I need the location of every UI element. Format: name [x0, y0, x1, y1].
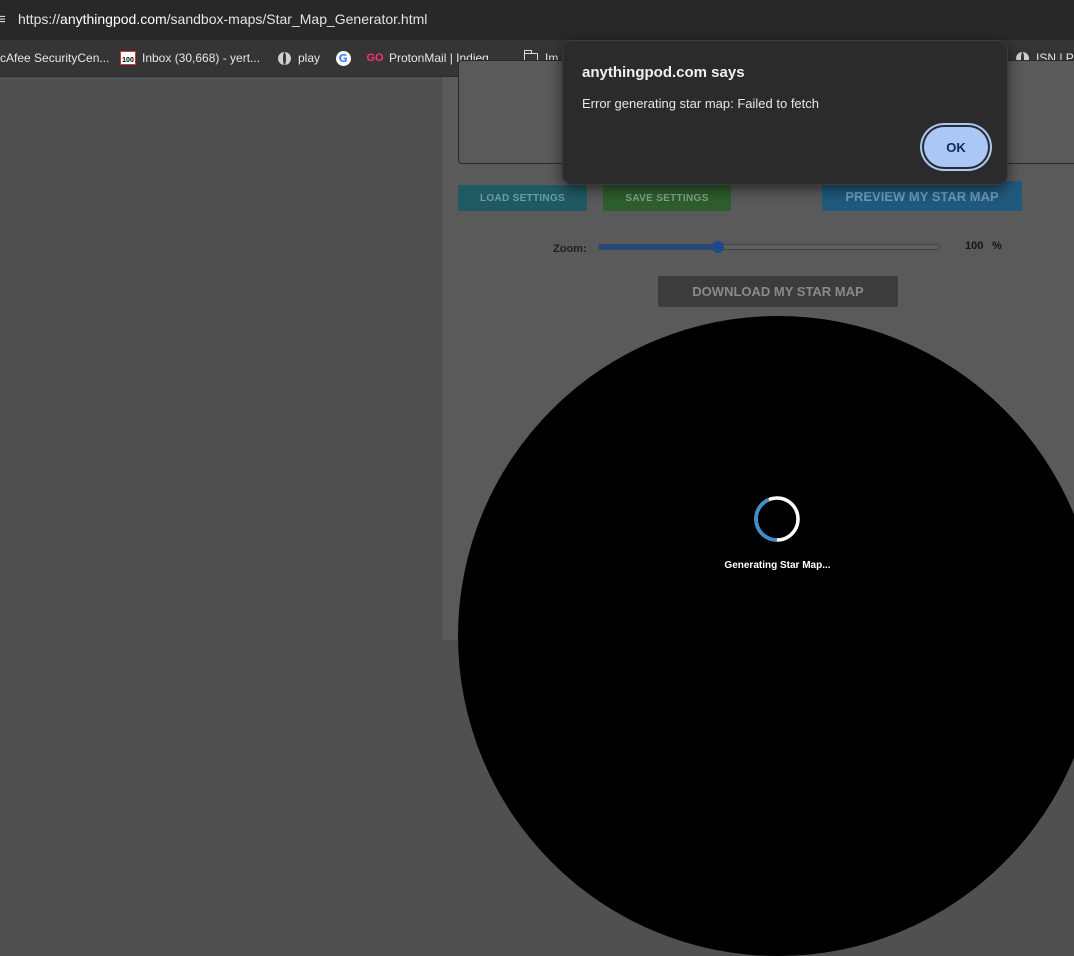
- url-path: /sandbox-maps/Star_Map_Generator.html: [166, 11, 428, 27]
- star-map-canvas: [458, 316, 1074, 956]
- loading-spinner-icon: [754, 496, 800, 542]
- download-star-map-button[interactable]: DOWNLOAD MY STAR MAP: [658, 276, 898, 307]
- url-text[interactable]: https://anythingpod.com/sandbox-maps/Sta…: [18, 11, 427, 27]
- bookmark-play[interactable]: play: [276, 48, 320, 68]
- bookmark-google[interactable]: G: [335, 48, 351, 68]
- google-icon: G: [335, 50, 351, 66]
- bookmark-inbox[interactable]: 100 Inbox (30,668) - yert...: [120, 48, 260, 68]
- go-icon: GO: [366, 52, 384, 64]
- alert-dialog: anythingpod.com says Error generating st…: [562, 40, 1008, 185]
- ok-button[interactable]: OK: [924, 127, 988, 167]
- url-host: anythingpod.com: [60, 11, 167, 27]
- url-prefix: https://: [18, 11, 61, 27]
- site-info-icon[interactable]: ≡: [0, 11, 6, 28]
- generating-status-text: Generating Star Map...: [724, 560, 831, 571]
- zoom-label: Zoom:: [553, 243, 587, 255]
- zoom-value: 100: [965, 240, 984, 252]
- zoom-slider-fill: [599, 245, 718, 249]
- globe-icon: [276, 50, 292, 66]
- address-bar[interactable]: ≡ https://anythingpod.com/sandbox-maps/S…: [0, 0, 1074, 40]
- dialog-message: Error generating star map: Failed to fet…: [582, 96, 820, 111]
- save-settings-button[interactable]: SAVE SETTINGS: [603, 185, 731, 211]
- zoom-slider[interactable]: [598, 241, 940, 253]
- load-settings-button[interactable]: LOAD SETTINGS: [458, 185, 587, 211]
- preview-star-map-button[interactable]: PREVIEW MY STAR MAP: [822, 181, 1022, 211]
- zoom-slider-thumb[interactable]: [712, 241, 724, 253]
- dialog-title: anythingpod.com says: [582, 64, 745, 81]
- zoom-unit: %: [992, 240, 1002, 252]
- bookmark-label: Inbox (30,668) - yert...: [142, 51, 261, 65]
- bookmark-label: cAfee SecurityCen...: [0, 51, 110, 65]
- bookmark-mcafee[interactable]: cAfee SecurityCen...: [0, 48, 109, 68]
- bookmark-label: play: [298, 51, 321, 65]
- gmail-icon: 100: [120, 50, 136, 66]
